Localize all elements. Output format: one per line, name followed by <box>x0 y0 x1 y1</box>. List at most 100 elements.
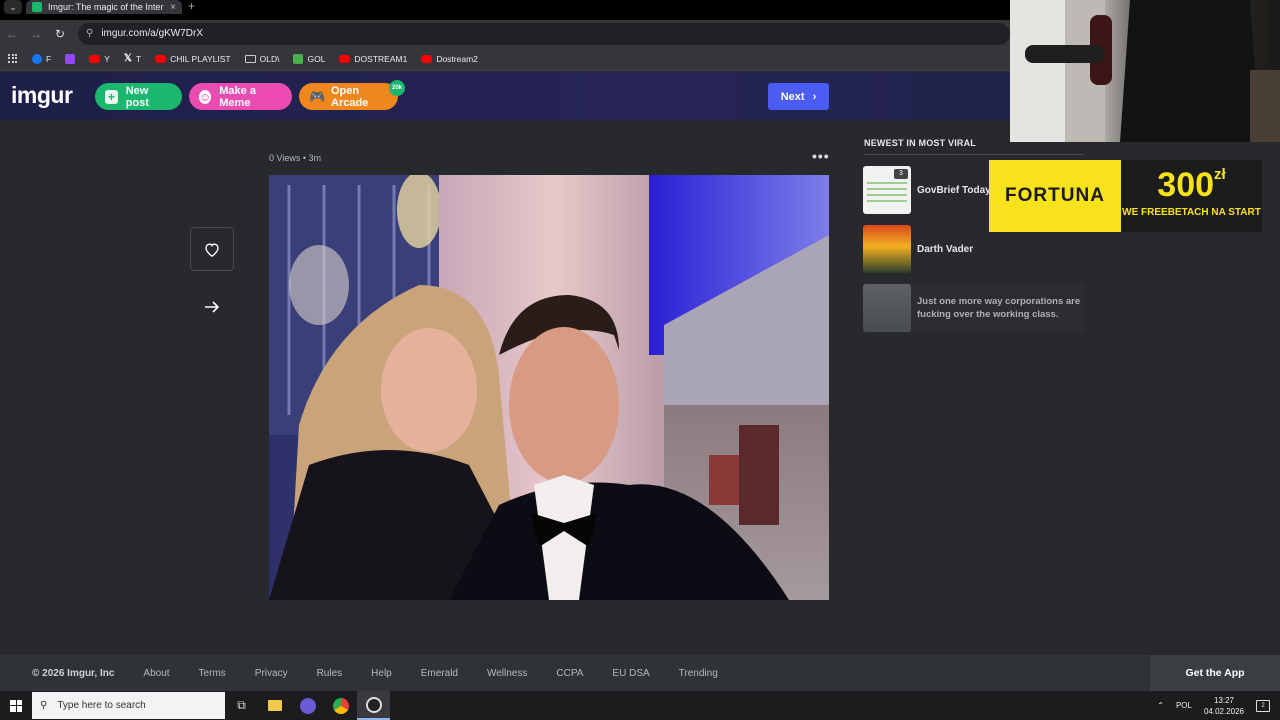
post-views: 0 Views <box>269 153 301 163</box>
new-post-label: New post <box>125 84 149 109</box>
bookmark-label: GOL <box>307 53 326 64</box>
chrome-icon[interactable] <box>324 691 357 720</box>
sidebar-post-title: Just one more way corporations are fucki… <box>917 296 1081 320</box>
reload-icon[interactable]: ↻ <box>48 27 72 41</box>
open-arcade-label: Open Arcade <box>331 84 369 109</box>
bookmark-dostream1[interactable]: DOSTREAM1 <box>339 54 407 64</box>
footer-link-about[interactable]: About <box>143 668 169 679</box>
more-options-icon[interactable]: ••• <box>812 148 830 164</box>
youtube-icon <box>89 54 101 63</box>
apps-grid-icon[interactable] <box>8 53 18 64</box>
post-thumbnail <box>863 284 911 332</box>
share-button[interactable] <box>200 296 224 318</box>
meta-separator: • <box>302 153 307 163</box>
address-url: imgur.com/a/gKW7DrX <box>101 28 204 39</box>
ad-brand: FORTUNA <box>989 175 1121 217</box>
bookmark-t[interactable]: 𝕏T <box>124 53 141 64</box>
bookmark-label: CHIL PLAYLIST <box>170 53 231 64</box>
next-label: Next <box>780 90 805 103</box>
tab-title: Imgur: The magic of the Internet <box>48 2 165 12</box>
bookmark-gol[interactable]: GOL <box>293 53 326 64</box>
webcam-overlay <box>1010 0 1280 142</box>
footer-link-rules[interactable]: Rules <box>317 668 343 679</box>
footer-link-trending[interactable]: Trending <box>679 668 718 679</box>
obs-app-icon[interactable] <box>357 691 390 720</box>
post-image[interactable] <box>269 175 829 600</box>
start-button[interactable] <box>0 691 32 720</box>
browser-tab[interactable]: Imgur: The magic of the Internet × <box>26 0 182 14</box>
ad-tagline: WE FREEBETACH NA START <box>1122 207 1261 218</box>
share-arrow-icon <box>205 301 220 313</box>
imgur-logo[interactable]: imgur <box>11 82 73 109</box>
taskbar-search-placeholder: Type here to search <box>57 700 146 711</box>
bookmark-chil-playlist[interactable]: CHIL PLAYLIST <box>155 53 231 64</box>
bookmark-label: F <box>46 53 52 64</box>
bookmark-label: T <box>135 53 142 64</box>
forward-icon[interactable]: → <box>24 27 48 41</box>
copyright: © 2026 Imgur, Inc <box>32 667 115 679</box>
bookmark-label: Dostream2 <box>436 53 478 64</box>
back-icon[interactable]: ← <box>0 27 24 41</box>
file-explorer-icon[interactable] <box>258 691 291 720</box>
notifications-icon[interactable]: 2 <box>1256 699 1270 712</box>
sidebar-post-item[interactable]: Just one more way corporations are fucki… <box>863 283 1085 333</box>
next-post-button[interactable]: Next › <box>768 83 829 110</box>
footer-link-help[interactable]: Help <box>371 668 392 679</box>
bookmark-label: DOSTREAM1 <box>354 53 408 64</box>
post-meta: 0 Views • 3m <box>269 153 321 163</box>
bookmark-label: Y <box>104 53 110 64</box>
youtube-icon <box>155 54 167 63</box>
bookmark-twitch[interactable] <box>65 53 76 64</box>
imgur-favicon-icon <box>32 2 42 12</box>
new-tab-button[interactable]: + <box>188 0 195 13</box>
tab-close-icon[interactable]: × <box>170 2 176 13</box>
footer-link-terms[interactable]: Terms <box>199 668 226 679</box>
footer-link-privacy[interactable]: Privacy <box>255 668 288 679</box>
make-meme-button[interactable]: ☺ Make a Meme <box>189 83 292 110</box>
bookmark-f[interactable]: F <box>32 53 52 64</box>
twitch-icon <box>65 53 76 64</box>
fortuna-ad-banner[interactable]: FORTUNA 300zł WE FREEBETACH NA START <box>989 160 1262 232</box>
x-icon: 𝕏 <box>123 53 132 64</box>
facebook-icon <box>32 53 42 64</box>
chevron-right-icon: › <box>812 90 817 103</box>
sidebar-title: NEWEST IN MOST VIRAL <box>864 138 976 148</box>
messenger-app-icon[interactable] <box>291 691 324 720</box>
get-the-app-button[interactable]: Get the App <box>1150 655 1280 691</box>
taskbar-search[interactable]: ⚲ Type here to search <box>32 692 225 719</box>
footer-link-eu-dsa[interactable]: EU DSA <box>612 668 649 679</box>
chevron-up-icon[interactable]: ⌃ <box>1157 701 1164 710</box>
heart-icon <box>205 242 219 257</box>
windows-logo-icon <box>10 699 22 712</box>
meme-face-icon: ☺ <box>199 89 212 104</box>
webcam-video <box>1010 0 1280 142</box>
gol-icon <box>293 53 304 64</box>
bookmark-folder-old[interactable]: OLD\ <box>244 54 279 64</box>
folder-icon <box>244 54 256 63</box>
footer-link-emerald[interactable]: Emerald <box>421 668 458 679</box>
plus-icon: + <box>105 89 118 104</box>
site-footer: © 2026 Imgur, Inc About Terms Privacy Ru… <box>0 655 1280 691</box>
tab-search-button[interactable]: ⌄ <box>4 0 22 14</box>
task-view-icon[interactable]: ⧉ <box>225 691 258 720</box>
bookmark-dostream2[interactable]: Dostream2 <box>421 54 478 64</box>
site-info-icon[interactable]: ⚲ <box>86 28 93 39</box>
clock-time: 13:27 <box>1213 695 1234 705</box>
open-arcade-button[interactable]: 🎮 Open Arcade <box>299 83 398 110</box>
new-post-button[interactable]: + New post <box>95 83 182 110</box>
arcade-badge: 20k <box>389 80 405 96</box>
footer-link-wellness[interactable]: Wellness <box>487 668 527 679</box>
footer-link-ccpa[interactable]: CCPA <box>556 668 583 679</box>
clock[interactable]: 13:27 04.02.2026 <box>1204 695 1244 717</box>
favorite-button[interactable] <box>190 227 234 271</box>
sidebar-post-title: Darth Vader <box>917 243 974 255</box>
system-tray: ⌃ POL 13:27 04.02.2026 2 <box>1157 691 1280 720</box>
ad-amount: 300zł <box>1121 166 1262 205</box>
language-indicator[interactable]: POL <box>1176 701 1192 710</box>
search-icon: ⚲ <box>40 700 48 711</box>
clock-date: 04.02.2026 <box>1203 706 1244 716</box>
address-bar[interactable]: ⚲ imgur.com/a/gKW7DrX <box>78 22 1010 45</box>
bookmark-y[interactable]: Y <box>89 54 110 64</box>
ad-currency: zł <box>1214 166 1226 183</box>
post-age: 3m <box>308 153 322 163</box>
